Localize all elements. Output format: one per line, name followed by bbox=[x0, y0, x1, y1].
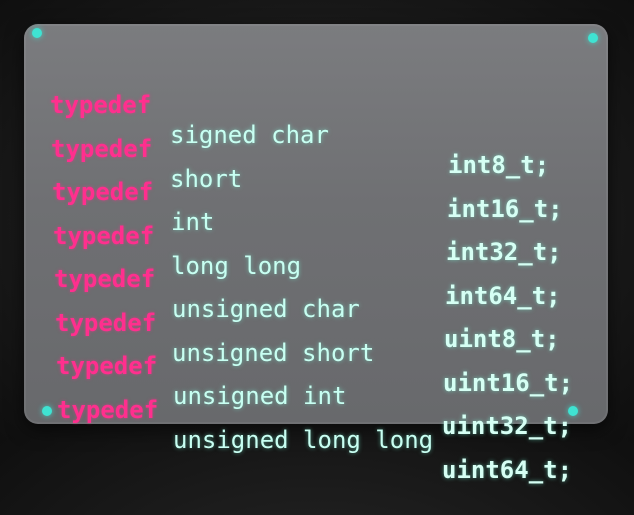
top-left-pin-icon bbox=[32, 28, 42, 38]
code-line: typedef unsigned int uint32_t; bbox=[48, 321, 596, 440]
sign-panel: typedef signed char int8_t; typedef shor… bbox=[24, 24, 608, 484]
code-line: typedef unsigned short uint16_t; bbox=[48, 278, 596, 397]
code-line: typedef signed char int8_t; bbox=[48, 60, 596, 179]
code-line: typedef unsigned long long uint64_t; bbox=[48, 365, 596, 484]
code-line: typedef short int16_t; bbox=[48, 104, 596, 223]
photo-background: typedef signed char int8_t; typedef shor… bbox=[0, 0, 634, 484]
type-alias: uint32_t; bbox=[442, 412, 573, 440]
code-line: typedef unsigned char uint8_t; bbox=[48, 234, 596, 353]
code-block: typedef signed char int8_t; typedef shor… bbox=[48, 60, 596, 484]
top-right-pin-icon bbox=[588, 33, 598, 43]
code-line: typedef int int32_t; bbox=[48, 147, 596, 266]
base-type: unsigned long long bbox=[173, 425, 434, 454]
keyword: typedef bbox=[57, 395, 159, 424]
code-line: typedef long long int64_t; bbox=[48, 191, 596, 310]
type-alias: uint64_t; bbox=[442, 455, 573, 484]
